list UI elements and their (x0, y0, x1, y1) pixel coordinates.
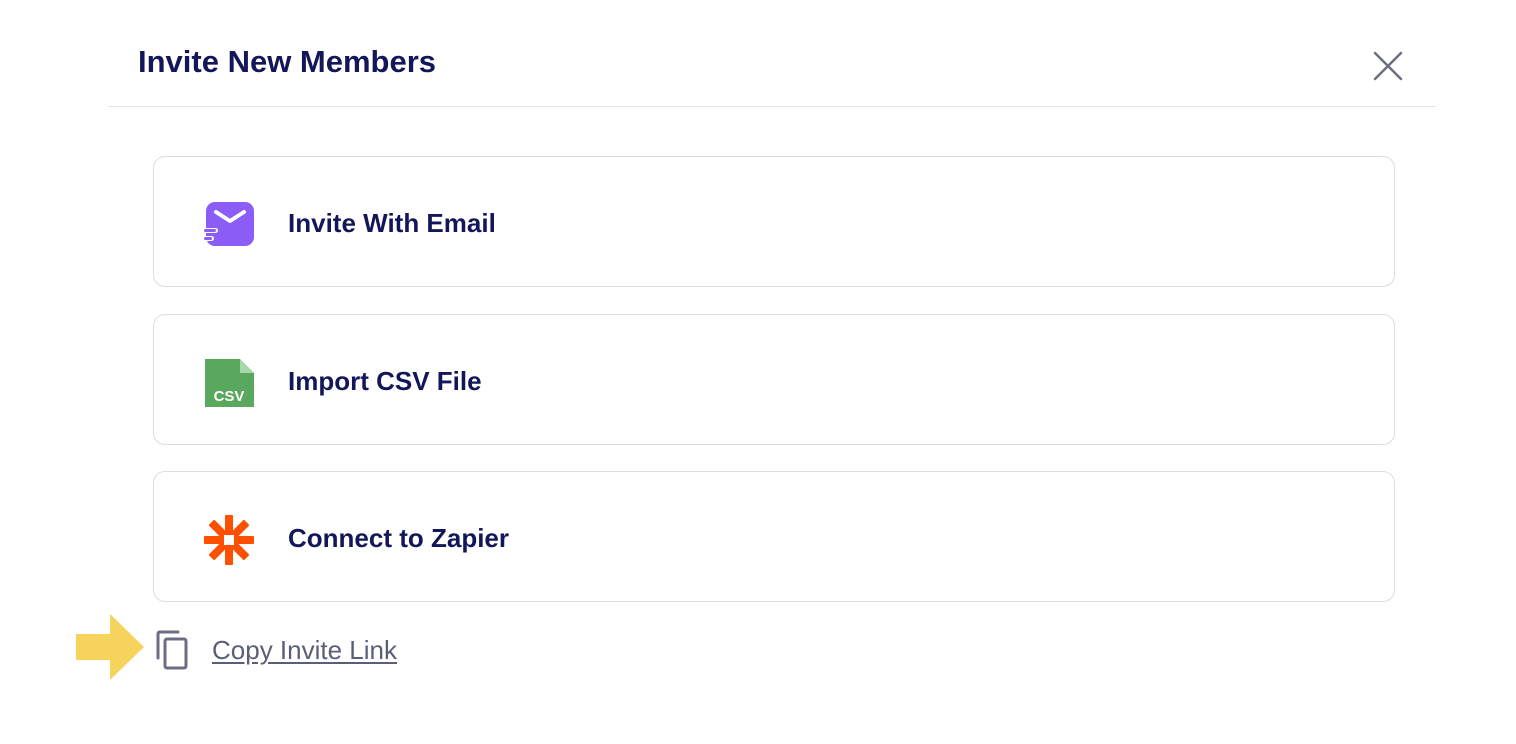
csv-file-icon: CSV (205, 359, 254, 407)
modal-header: Invite New Members (108, 0, 1436, 107)
close-icon (1373, 51, 1403, 81)
close-button[interactable] (1368, 46, 1408, 86)
copy-icon[interactable] (154, 630, 190, 670)
copy-invite-link-row: Copy Invite Link (76, 614, 476, 680)
zapier-icon (204, 515, 254, 565)
invite-members-modal: Invite New Members Invite With Email CSV… (0, 0, 1516, 744)
modal-title: Invite New Members (138, 44, 437, 79)
copy-invite-link[interactable]: Copy Invite Link (212, 634, 397, 666)
connect-to-zapier-button[interactable]: Connect to Zapier (153, 471, 1395, 602)
import-csv-file-label: Import CSV File (288, 366, 482, 396)
email-icon (202, 202, 254, 246)
arrow-right-icon (76, 614, 144, 680)
invite-with-email-button[interactable]: Invite With Email (153, 156, 1395, 287)
csv-icon-text: CSV (214, 388, 245, 405)
import-csv-file-button[interactable]: CSV Import CSV File (153, 314, 1395, 445)
invite-with-email-label: Invite With Email (288, 208, 496, 238)
connect-to-zapier-label: Connect to Zapier (288, 523, 510, 553)
